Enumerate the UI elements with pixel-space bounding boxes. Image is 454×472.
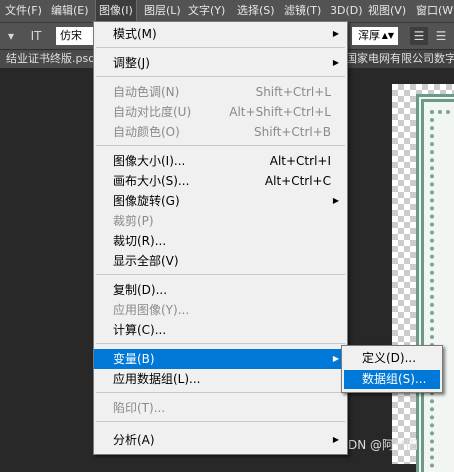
menu-item-duplicate[interactable]: 复制(D)... xyxy=(94,280,347,300)
menu-item-label: 陷印(T)... xyxy=(113,401,166,415)
menu-edit[interactable]: 编辑(E) xyxy=(51,0,89,22)
separator xyxy=(96,392,345,393)
submenu-arrow-icon: ▶ xyxy=(332,58,339,67)
menu-item-calculations[interactable]: 计算(C)... xyxy=(94,320,347,340)
menu-item-label: 复制(D)... xyxy=(113,283,168,297)
submenu-arrow-icon: ▶ xyxy=(332,435,339,444)
document-tab[interactable]: 结业证书终版.psd xyxy=(0,50,94,68)
menu-item-label: 图像大小(I)... xyxy=(113,154,186,168)
submenu-arrow-icon: ▶ xyxy=(332,354,339,363)
separator xyxy=(96,274,345,275)
align-center-icon[interactable]: ☰ xyxy=(432,27,450,45)
menu-item-label: 自动色调(N) xyxy=(113,85,180,99)
submenu-arrow-icon: ▶ xyxy=(332,196,339,205)
menu-item-label: 自动对比度(U) xyxy=(113,105,192,119)
antialias-select[interactable]: 浑厚 ▲▼ xyxy=(352,27,398,45)
menu-item-shortcut: Shift+Ctrl+B xyxy=(254,125,331,139)
menu-item-apply-image[interactable]: 应用图像(Y)... xyxy=(94,300,347,320)
menu-item-reveal-all[interactable]: 显示全部(V) xyxy=(94,251,347,271)
menu-item-label: 图像旋转(G) xyxy=(113,194,180,208)
menu-item-trap[interactable]: 陷印(T)... xyxy=(94,398,347,418)
menu-window[interactable]: 窗口(W xyxy=(416,0,453,22)
variables-submenu: 定义(D)... 数据组(S)... xyxy=(341,345,443,393)
separator xyxy=(96,145,345,146)
menu-item-shortcut: Alt+Shift+Ctrl+L xyxy=(229,105,331,119)
menu-item-mode[interactable]: 模式(M) ▶ xyxy=(94,24,347,44)
menu-item-label: 自动颜色(O) xyxy=(113,125,180,139)
menu-item-variables[interactable]: 变量(B) ▶ xyxy=(94,349,347,369)
menu-item-shortcut: Shift+Ctrl+L xyxy=(255,85,331,99)
menu-item-auto-color[interactable]: 自动颜色(O) Shift+Ctrl+B xyxy=(94,122,347,142)
menu-item-shortcut: Alt+Ctrl+I xyxy=(269,154,331,168)
separator xyxy=(96,76,345,77)
antialias-value: 浑厚 xyxy=(358,29,380,42)
submenu-item-label: 定义(D)... xyxy=(362,351,417,365)
separator xyxy=(96,421,345,422)
menu-item-label: 裁切(R)... xyxy=(113,234,167,248)
document-tab-2[interactable]: 国家电网有限公司数字化 xyxy=(342,50,454,68)
menu-item-label: 裁剪(P) xyxy=(113,214,154,228)
menu-type[interactable]: 文字(Y) xyxy=(188,0,225,22)
menu-layer[interactable]: 图层(L) xyxy=(144,0,181,22)
menu-item-label: 计算(C)... xyxy=(113,323,167,337)
menu-item-trim[interactable]: 裁切(R)... xyxy=(94,231,347,251)
menu-item-label: 显示全部(V) xyxy=(113,254,179,268)
submenu-item-label: 数据组(S)... xyxy=(362,372,427,386)
menu-item-label: 应用图像(Y)... xyxy=(113,303,190,317)
menu-item-auto-contrast[interactable]: 自动对比度(U) Alt+Shift+Ctrl+L xyxy=(94,102,347,122)
menu-file[interactable]: 文件(F) xyxy=(5,0,42,22)
menu-item-adjustments[interactable]: 调整(J) ▶ xyxy=(94,53,347,73)
menu-select[interactable]: 选择(S) xyxy=(237,0,275,22)
menu-3d[interactable]: 3D(D) xyxy=(330,0,363,22)
menu-item-analysis[interactable]: 分析(A) ▶ xyxy=(94,430,347,450)
menu-item-image-size[interactable]: 图像大小(I)... Alt+Ctrl+I xyxy=(94,151,347,171)
menu-item-label: 调整(J) xyxy=(113,56,150,70)
menu-view[interactable]: 视图(V) xyxy=(368,0,406,22)
menu-item-label: 模式(M) xyxy=(113,27,157,41)
separator xyxy=(96,47,345,48)
image-menu-dropdown: 模式(M) ▶ 调整(J) ▶ 自动色调(N) Shift+Ctrl+L 自动对… xyxy=(93,21,348,455)
menu-item-canvas-size[interactable]: 画布大小(S)... Alt+Ctrl+C xyxy=(94,171,347,191)
submenu-item-data-sets[interactable]: 数据组(S)... xyxy=(344,370,440,389)
menu-bar: 文件(F) 编辑(E) 图像(I) 图层(L) 文字(Y) 选择(S) 滤镜(T… xyxy=(0,0,454,23)
certificate-inner-border xyxy=(430,110,454,468)
align-left-icon[interactable]: ☰ xyxy=(410,27,428,45)
menu-item-shortcut: Alt+Ctrl+C xyxy=(264,174,331,188)
menu-image[interactable]: 图像(I) xyxy=(95,0,137,23)
menu-item-label: 画布大小(S)... xyxy=(113,174,190,188)
menu-item-crop[interactable]: 裁剪(P) xyxy=(94,211,347,231)
submenu-item-define[interactable]: 定义(D)... xyxy=(344,349,440,368)
menu-item-image-rotation[interactable]: 图像旋转(G) ▶ xyxy=(94,191,347,211)
font-family-select[interactable]: 仿宋 xyxy=(56,27,96,45)
menu-item-label: 变量(B) xyxy=(113,352,155,366)
menu-item-apply-data-set[interactable]: 应用数据组(L)... xyxy=(94,369,347,389)
menu-item-label: 应用数据组(L)... xyxy=(113,372,201,386)
separator xyxy=(96,343,345,344)
chevron-down-icon: ▲▼ xyxy=(381,31,394,40)
menu-item-label: 分析(A) xyxy=(113,433,155,447)
menu-item-auto-tone[interactable]: 自动色调(N) Shift+Ctrl+L xyxy=(94,82,347,102)
submenu-arrow-icon: ▶ xyxy=(332,29,339,38)
text-orientation-icon[interactable]: IT xyxy=(26,27,46,45)
tool-preset-arrow-icon[interactable]: ▾ xyxy=(4,27,18,45)
menu-filter[interactable]: 滤镜(T) xyxy=(284,0,321,22)
